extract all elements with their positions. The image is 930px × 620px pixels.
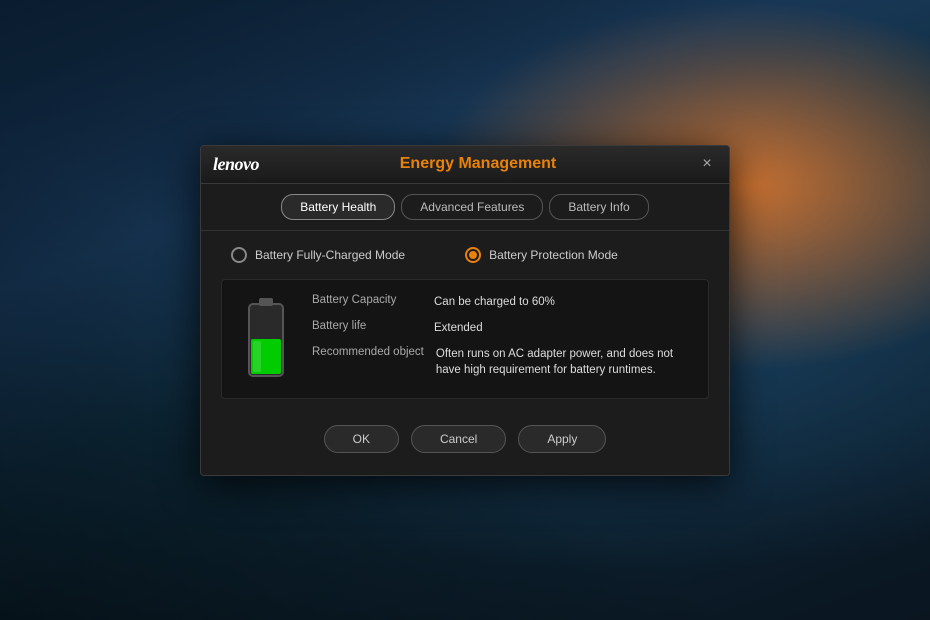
- life-value: Extended: [434, 320, 483, 336]
- close-button[interactable]: ×: [697, 154, 717, 174]
- radio-protection-label: Battery Protection Mode: [489, 248, 618, 262]
- capacity-value: Can be charged to 60%: [434, 294, 555, 310]
- dialog-overlay: lenovo Energy Management × Battery Healt…: [0, 0, 930, 620]
- recommended-row: Recommended object Often runs on AC adap…: [312, 346, 694, 378]
- radio-circle-protection: [465, 247, 481, 263]
- battery-svg: [241, 294, 291, 384]
- recommended-label: Recommended object: [312, 346, 424, 358]
- radio-fully-charged-label: Battery Fully-Charged Mode: [255, 248, 405, 262]
- tab-bar: Battery Health Advanced Features Battery…: [201, 184, 729, 231]
- battery-details-table: Battery Capacity Can be charged to 60% B…: [312, 294, 694, 384]
- ok-button[interactable]: OK: [324, 425, 399, 453]
- battery-illustration: [236, 294, 296, 384]
- title-bar: lenovo Energy Management ×: [201, 146, 729, 184]
- dialog-title: Energy Management: [259, 155, 697, 173]
- battery-info-box: Battery Capacity Can be charged to 60% B…: [221, 279, 709, 399]
- lenovo-logo: lenovo: [213, 154, 259, 175]
- capacity-label: Battery Capacity: [312, 294, 422, 306]
- capacity-row: Battery Capacity Can be charged to 60%: [312, 294, 694, 310]
- radio-circle-fully-charged: [231, 247, 247, 263]
- energy-management-dialog: lenovo Energy Management × Battery Healt…: [200, 145, 730, 476]
- life-label: Battery life: [312, 320, 422, 332]
- apply-button[interactable]: Apply: [518, 425, 606, 453]
- radio-options-row: Battery Fully-Charged Mode Battery Prote…: [221, 247, 709, 263]
- tab-battery-info[interactable]: Battery Info: [549, 194, 648, 220]
- radio-fully-charged[interactable]: Battery Fully-Charged Mode: [231, 247, 405, 263]
- action-buttons: OK Cancel Apply: [221, 415, 709, 459]
- tab-battery-health[interactable]: Battery Health: [281, 194, 395, 220]
- tab-advanced-features[interactable]: Advanced Features: [401, 194, 543, 220]
- life-row: Battery life Extended: [312, 320, 694, 336]
- recommended-value: Often runs on AC adapter power, and does…: [436, 346, 694, 378]
- radio-protection-mode[interactable]: Battery Protection Mode: [465, 247, 618, 263]
- content-area: Battery Fully-Charged Mode Battery Prote…: [201, 231, 729, 475]
- cancel-button[interactable]: Cancel: [411, 425, 506, 453]
